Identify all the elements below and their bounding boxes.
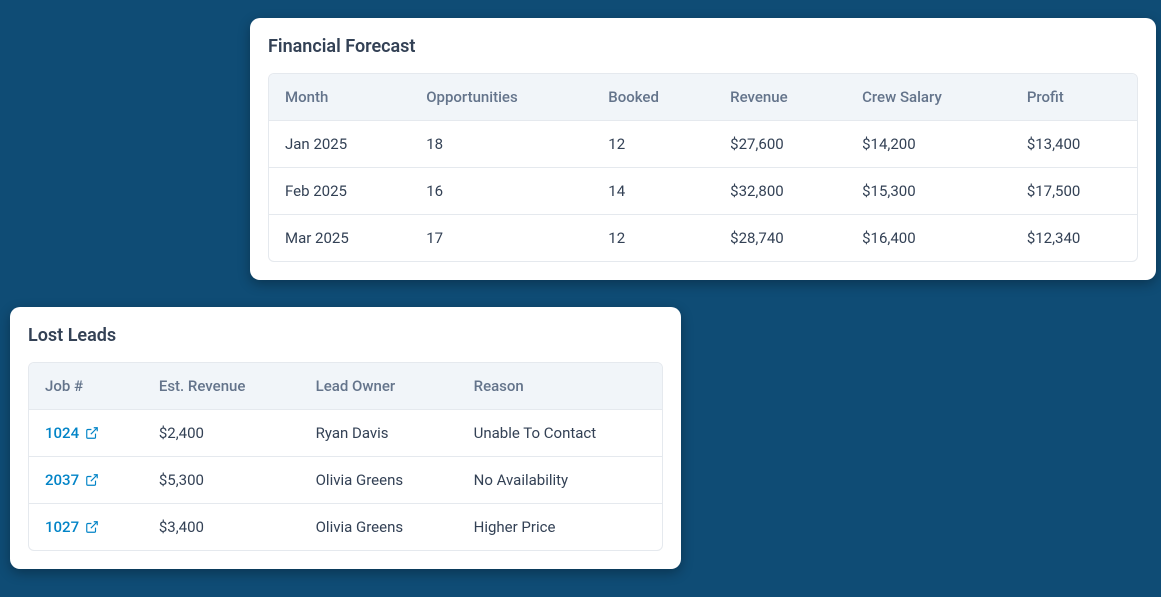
cell-reason: No Availability <box>458 457 662 504</box>
table-row: Feb 2025 16 14 $32,800 $15,300 $17,500 <box>269 168 1137 215</box>
table-header-row: Job # Est. Revenue Lead Owner Reason <box>29 363 662 410</box>
cell-profit: $17,500 <box>1011 168 1137 215</box>
col-opportunities: Opportunities <box>410 74 592 121</box>
cell-revenue: $28,740 <box>714 215 846 262</box>
cell-job: 1027 <box>29 504 143 551</box>
col-profit: Profit <box>1011 74 1137 121</box>
col-crew-salary: Crew Salary <box>846 74 1011 121</box>
cell-booked: 12 <box>592 121 714 168</box>
cell-lead-owner: Olivia Greens <box>300 504 458 551</box>
external-link-icon <box>85 426 99 440</box>
cell-month: Mar 2025 <box>269 215 410 262</box>
lost-leads-card: Lost Leads Job # Est. Revenue Lead Owner… <box>10 307 681 569</box>
table-row: 1027 $3,400 Olivia Greens Higher Price <box>29 504 662 551</box>
cell-lead-owner: Olivia Greens <box>300 457 458 504</box>
table-header-row: Month Opportunities Booked Revenue Crew … <box>269 74 1137 121</box>
cell-job: 1024 <box>29 410 143 457</box>
cell-crew-salary: $16,400 <box>846 215 1011 262</box>
lost-leads-table-wrap: Job # Est. Revenue Lead Owner Reason 102… <box>28 362 663 551</box>
cell-est-revenue: $5,300 <box>143 457 300 504</box>
external-link-icon <box>85 520 99 534</box>
job-number: 2037 <box>45 471 79 489</box>
cell-profit: $13,400 <box>1011 121 1137 168</box>
cell-booked: 12 <box>592 215 714 262</box>
financial-forecast-table-wrap: Month Opportunities Booked Revenue Crew … <box>268 73 1138 262</box>
col-reason: Reason <box>458 363 662 410</box>
financial-forecast-title: Financial Forecast <box>268 36 1138 57</box>
job-number: 1027 <box>45 518 79 536</box>
col-booked: Booked <box>592 74 714 121</box>
cell-month: Feb 2025 <box>269 168 410 215</box>
financial-forecast-card: Financial Forecast Month Opportunities B… <box>250 18 1156 280</box>
cell-month: Jan 2025 <box>269 121 410 168</box>
col-revenue: Revenue <box>714 74 846 121</box>
lost-leads-table: Job # Est. Revenue Lead Owner Reason 102… <box>29 363 662 550</box>
cell-job: 2037 <box>29 457 143 504</box>
job-number: 1024 <box>45 424 79 442</box>
cell-profit: $12,340 <box>1011 215 1137 262</box>
cell-lead-owner: Ryan Davis <box>300 410 458 457</box>
col-est-revenue: Est. Revenue <box>143 363 300 410</box>
cell-opportunities: 18 <box>410 121 592 168</box>
cell-revenue: $32,800 <box>714 168 846 215</box>
col-month: Month <box>269 74 410 121</box>
external-link-icon <box>85 473 99 487</box>
cell-est-revenue: $2,400 <box>143 410 300 457</box>
cell-est-revenue: $3,400 <box>143 504 300 551</box>
col-lead-owner: Lead Owner <box>300 363 458 410</box>
cell-opportunities: 16 <box>410 168 592 215</box>
job-link[interactable]: 1027 <box>45 518 99 536</box>
cell-reason: Higher Price <box>458 504 662 551</box>
table-row: Jan 2025 18 12 $27,600 $14,200 $13,400 <box>269 121 1137 168</box>
cell-opportunities: 17 <box>410 215 592 262</box>
table-row: 1024 $2,400 Ryan Davis Unable To Contact <box>29 410 662 457</box>
cell-reason: Unable To Contact <box>458 410 662 457</box>
col-job: Job # <box>29 363 143 410</box>
cell-crew-salary: $14,200 <box>846 121 1011 168</box>
table-row: Mar 2025 17 12 $28,740 $16,400 $12,340 <box>269 215 1137 262</box>
job-link[interactable]: 1024 <box>45 424 99 442</box>
job-link[interactable]: 2037 <box>45 471 99 489</box>
financial-forecast-table: Month Opportunities Booked Revenue Crew … <box>269 74 1137 261</box>
table-row: 2037 $5,300 Olivia Greens No Availabilit… <box>29 457 662 504</box>
cell-crew-salary: $15,300 <box>846 168 1011 215</box>
cell-revenue: $27,600 <box>714 121 846 168</box>
cell-booked: 14 <box>592 168 714 215</box>
lost-leads-title: Lost Leads <box>28 325 663 346</box>
